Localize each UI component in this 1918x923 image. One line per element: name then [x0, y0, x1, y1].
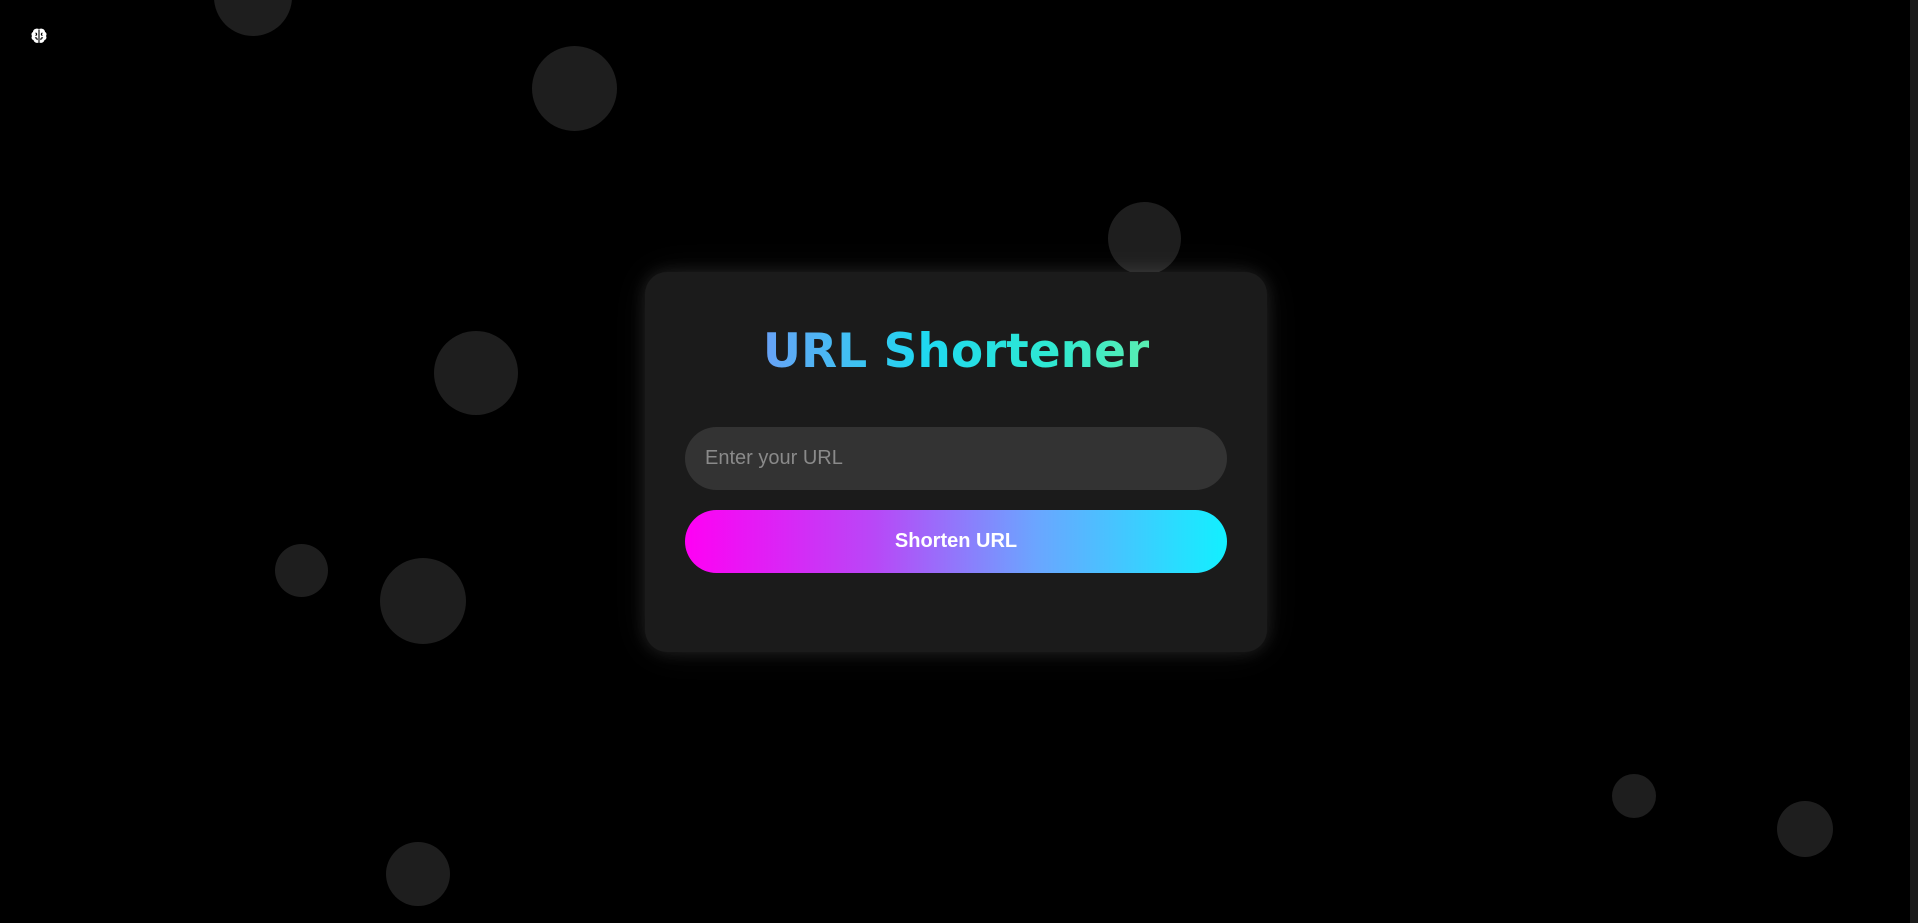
shorten-url-button[interactable]: Shorten URL — [685, 510, 1227, 573]
url-shortener-card: URL Shortener Shorten URL — [645, 272, 1267, 652]
background-bubble — [434, 331, 518, 415]
scrollbar[interactable] — [1910, 0, 1918, 923]
background-bubble — [1777, 801, 1833, 857]
background-bubble — [386, 842, 450, 906]
url-input[interactable] — [685, 427, 1227, 490]
page-title: URL Shortener — [645, 316, 1267, 388]
background-bubble — [1108, 202, 1181, 275]
background-bubble — [275, 544, 328, 597]
page: URL Shortener Shorten URL — [0, 0, 1918, 923]
background-bubble — [1612, 774, 1656, 818]
background-bubble — [380, 558, 466, 644]
brain-icon — [31, 28, 47, 43]
background-bubble — [532, 46, 617, 131]
background-bubble — [214, 0, 292, 36]
